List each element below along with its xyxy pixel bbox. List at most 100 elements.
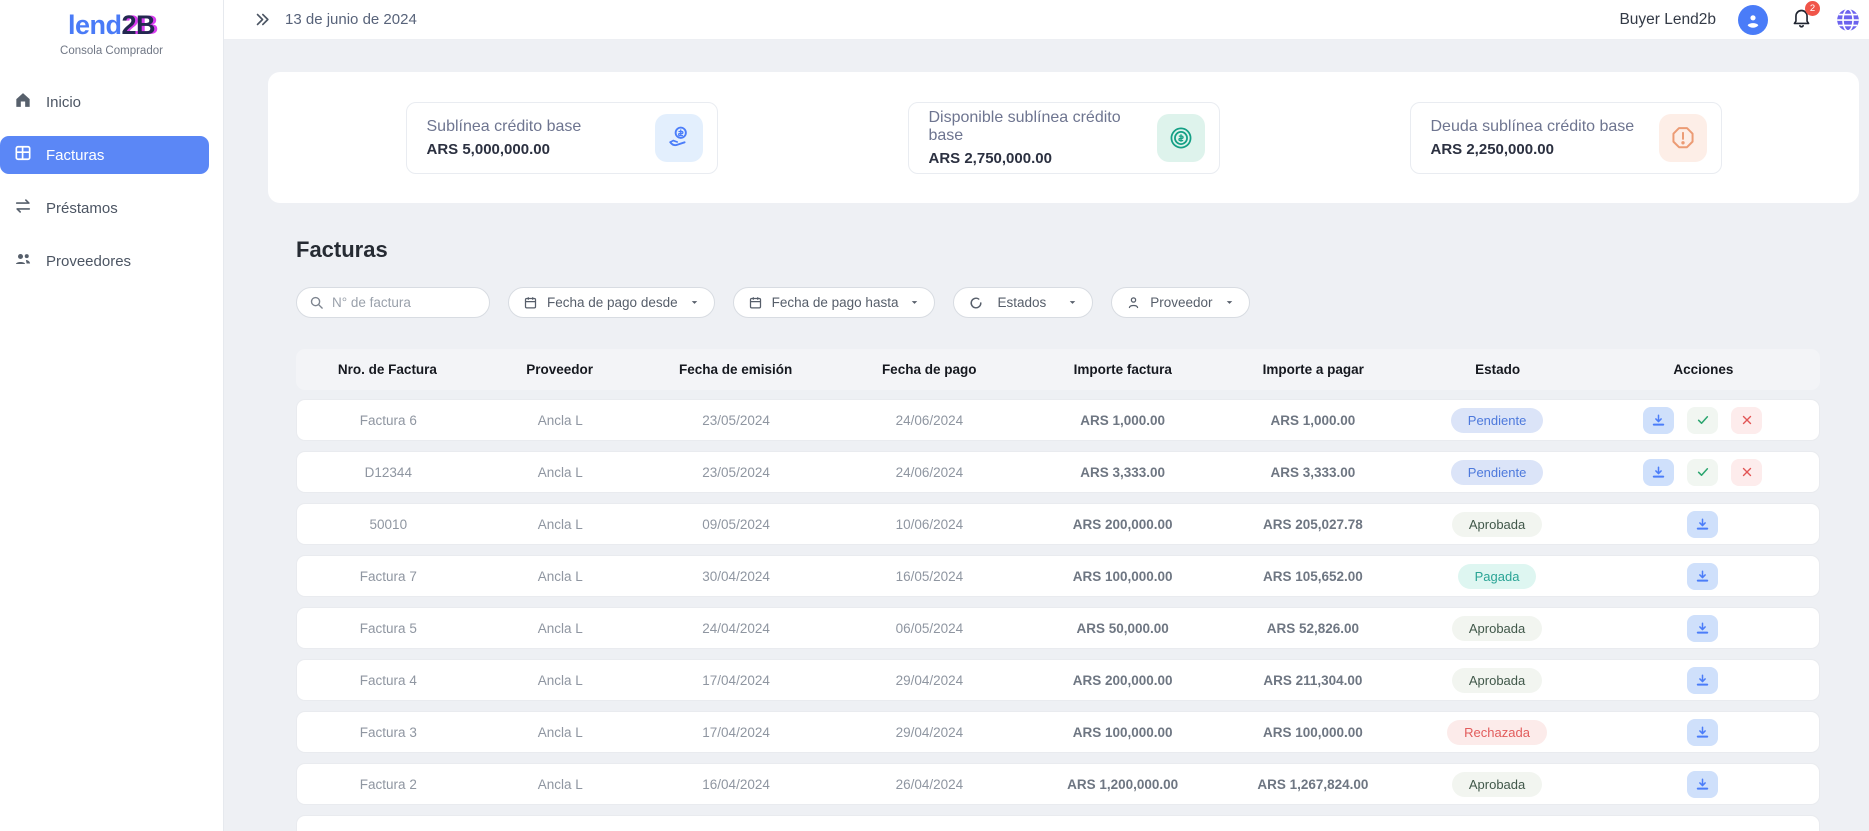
status-cell: Aprobada [1408,772,1586,797]
column-header: Acciones [1587,362,1820,377]
status-badge: Aprobada [1452,616,1542,641]
provider-name: Ancla L [480,465,641,480]
filter-fecha-pago-desde[interactable]: Fecha de pago desde [508,287,715,318]
table-row: Factura 2Ancla L16/04/202426/04/2024ARS … [296,763,1820,805]
stat-card-deuda: Deuda sublínea crédito base ARS 2,250,00… [1410,102,1722,174]
download-invoice-button[interactable] [1687,667,1718,694]
download-invoice-button[interactable] [1643,459,1674,486]
status-badge: Pendiente [1451,408,1544,433]
invoice-amount: ARS 1,200,000.00 [1028,777,1218,792]
stat-value: ARS 5,000,000.00 [427,141,655,158]
download-invoice-button[interactable] [1687,771,1718,798]
download-invoice-button[interactable] [1687,719,1718,746]
actions-cell [1586,459,1819,486]
table-header: Nro. de Factura Proveedor Fecha de emisi… [296,349,1820,390]
topbar: 13 de junio de 2024 Buyer Lend2b 2 [224,0,1869,40]
status-badge: Aprobada [1452,512,1542,537]
provider-name: Ancla L [480,517,641,532]
download-icon [1695,517,1710,532]
status-cell: Aprobada [1408,668,1586,693]
payment-date: 16/05/2024 [831,569,1027,584]
actions-cell [1586,511,1819,538]
filter-proveedor[interactable]: Proveedor [1111,287,1249,318]
sidebar-item-facturas[interactable]: Facturas [0,136,209,174]
stat-title: Deuda sublínea crédito base [1431,118,1659,136]
search-input[interactable] [332,295,477,310]
user-avatar[interactable] [1738,5,1768,35]
alert-icon [1659,114,1707,162]
status-badge: Pendiente [1451,460,1544,485]
filters-bar: Fecha de pago desde Fecha de pago hasta [296,287,1820,318]
status-cell: Aprobada [1408,616,1586,641]
download-icon [1695,777,1710,792]
payment-date: 10/06/2024 [831,517,1027,532]
column-header: Proveedor [479,362,641,377]
check-icon [1696,465,1710,479]
approve-invoice-button[interactable] [1687,459,1718,486]
swap-icon [13,196,33,220]
sidebar-item-proveedores[interactable]: Proveedores [0,242,209,280]
sidebar-item-inicio[interactable]: Inicio [0,83,209,121]
provider-name: Ancla L [480,777,641,792]
sidebar-item-prestamos[interactable]: Préstamos [0,189,209,227]
stats-panel: Sublínea crédito base ARS 5,000,000.00 [268,72,1859,203]
column-header: Importe factura [1028,362,1219,377]
chevron-down-icon [1224,297,1235,308]
download-icon [1695,569,1710,584]
invoice-number: Factura 2 [297,777,480,792]
chevron-down-icon [909,297,920,308]
brand-logo: lend2B Consola Comprador [0,0,223,57]
status-cell: Aprobada [1408,512,1586,537]
download-invoice-button[interactable] [1687,615,1718,642]
table-row: D12344Ancla L23/05/202424/06/2024ARS 3,3… [296,451,1820,493]
filter-label: Estados [997,295,1046,310]
status-cell: Rechazada [1408,720,1586,745]
table-row: Factura 7Ancla L30/04/202416/05/2024ARS … [296,555,1820,597]
status-circle-icon [968,295,984,311]
logo-text: lend2B [0,10,223,41]
topbar-left: 13 de junio de 2024 [254,11,417,28]
payable-amount: ARS 205,027.78 [1218,517,1408,532]
invoice-number: Factura 4 [297,673,480,688]
logo-subtitle: Consola Comprador [0,45,223,57]
download-invoice-button[interactable] [1643,407,1674,434]
invoice-amount: ARS 100,000.00 [1028,569,1218,584]
user-icon [1126,295,1141,310]
language-globe-icon[interactable] [1835,7,1861,33]
invoice-number: Factura 7 [297,569,480,584]
invoice-amount: ARS 200,000.00 [1028,517,1218,532]
download-invoice-button[interactable] [1687,511,1718,538]
actions-cell [1586,407,1819,434]
payable-amount: ARS 100,000.00 [1218,725,1408,740]
status-cell: Pagada [1408,564,1586,589]
notifications-button[interactable]: 2 [1790,6,1813,34]
payable-amount: ARS 105,652.00 [1218,569,1408,584]
table-row: Factura 6Ancla L23/05/202424/06/2024ARS … [296,399,1820,441]
filter-estados[interactable]: Estados [953,287,1093,318]
provider-name: Ancla L [480,413,641,428]
download-invoice-button[interactable] [1687,563,1718,590]
approve-invoice-button[interactable] [1687,407,1718,434]
column-header: Fecha de emisión [640,362,831,377]
user-name: Buyer Lend2b [1619,11,1716,29]
page-title: Facturas [296,237,1820,263]
actions-cell [1586,667,1819,694]
stat-title: Sublínea crédito base [427,118,655,136]
provider-name: Ancla L [480,569,641,584]
current-date: 13 de junio de 2024 [285,11,417,28]
issue-date: 23/05/2024 [641,465,831,480]
filter-fecha-pago-hasta[interactable]: Fecha de pago hasta [733,287,936,318]
sidebar-item-label: Facturas [46,147,104,164]
stat-title: Disponible sublínea crédito base [929,109,1157,145]
reject-invoice-button[interactable] [1731,459,1762,486]
provider-name: Ancla L [480,725,641,740]
reject-invoice-button[interactable] [1731,407,1762,434]
collapse-sidebar-icon[interactable] [254,11,271,28]
provider-name: Ancla L [480,673,641,688]
calendar-icon [748,295,763,310]
payable-amount: ARS 52,826.00 [1218,621,1408,636]
logo-2b: 2B [122,10,156,40]
status-cell: Pendiente [1408,460,1586,485]
invoice-number: D12344 [297,465,480,480]
calendar-icon [523,295,538,310]
